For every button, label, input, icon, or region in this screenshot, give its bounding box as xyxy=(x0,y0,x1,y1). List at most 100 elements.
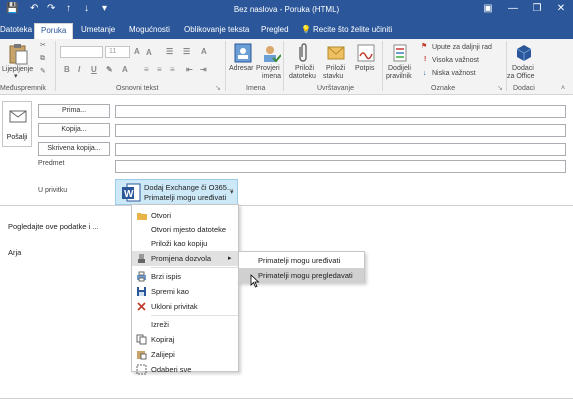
paste-dropdown-icon[interactable]: ▾ xyxy=(14,73,18,81)
menu-remove-attachment[interactable]: Ukloni privitak xyxy=(132,299,238,314)
format-painter-icon[interactable]: ✎ xyxy=(40,68,46,76)
to-field[interactable] xyxy=(115,105,566,118)
signature-button[interactable]: Potpis xyxy=(355,65,374,73)
assign-policy-button-line2[interactable]: pravilnik xyxy=(386,73,412,81)
body-text-line-1[interactable]: Pogledajte ove podatke i ... xyxy=(8,222,98,231)
tab-message[interactable]: Poruka xyxy=(34,23,74,39)
menu-cut[interactable]: Izreži xyxy=(132,317,238,332)
align-left-icon[interactable]: ≡ xyxy=(144,65,149,74)
body-text-line-2[interactable]: Arja xyxy=(8,248,21,257)
high-importance-button[interactable]: Visoka važnost xyxy=(432,57,479,65)
increase-indent-icon[interactable]: ⇥ xyxy=(200,65,207,74)
tags-launcher-icon[interactable]: ↘ xyxy=(497,85,503,93)
flag-icon: ⚑ xyxy=(421,43,428,50)
attach-file-button-line2[interactable]: datoteku xyxy=(289,73,316,81)
font-name-dropdown[interactable] xyxy=(60,46,103,58)
paste-icon[interactable] xyxy=(7,43,29,65)
bcc-field[interactable] xyxy=(115,143,566,156)
body-divider xyxy=(0,205,573,206)
menu-change-permissions[interactable]: Promjena dozvola ▸ xyxy=(132,251,238,266)
highlight-icon[interactable]: ✎ xyxy=(106,65,113,74)
attach-item-button[interactable]: Priloži xyxy=(326,65,345,73)
cc-button[interactable]: Kopija... xyxy=(38,123,110,137)
submenu-arrow-icon: ▸ xyxy=(228,255,232,262)
shrink-font-icon[interactable]: A xyxy=(146,48,152,57)
office-addins-button-line2[interactable]: za Office xyxy=(507,73,535,81)
decrease-indent-icon[interactable]: ⇤ xyxy=(186,65,193,74)
attachment-chip[interactable]: W Dodaj Exchange či O365... Primatelji m… xyxy=(115,179,238,205)
align-right-icon[interactable]: ≡ xyxy=(170,65,175,74)
word-document-icon: W xyxy=(122,183,141,202)
signature-icon[interactable] xyxy=(356,43,376,63)
paperclip-icon[interactable] xyxy=(294,43,312,63)
numbering-icon[interactable]: ☰ xyxy=(183,47,190,56)
follow-up-button[interactable]: Upute za daljnji rad xyxy=(432,44,492,52)
align-center-icon[interactable]: ≡ xyxy=(157,65,162,74)
menu-attach-as-copy[interactable]: Priloži kao kopiju xyxy=(132,236,238,251)
send-button[interactable]: Pošalji xyxy=(2,101,32,147)
check-names-button[interactable]: Provjeri xyxy=(256,65,280,73)
attachment-context-menu: Otvori Otvori mjesto datoteke Priloži ka… xyxy=(131,204,239,375)
menu-open[interactable]: Otvori xyxy=(132,208,238,223)
menu-quick-print[interactable]: Brzi ispis xyxy=(132,269,238,284)
low-importance-button[interactable]: Niska važnost xyxy=(432,70,476,78)
send-label: Pošalji xyxy=(6,134,28,141)
office-addins-icon[interactable] xyxy=(514,43,534,63)
assign-policy-button[interactable]: Dodijeli xyxy=(388,65,411,73)
attach-item-icon[interactable] xyxy=(326,43,346,63)
check-names-button-line2[interactable]: imena xyxy=(262,73,281,81)
copy-icon[interactable]: ⧉ xyxy=(40,55,45,63)
low-importance-icon: ↓ xyxy=(423,70,427,77)
submenu-recipients-can-edit[interactable]: Primatelji mogu uređivati xyxy=(239,253,364,268)
cut-icon[interactable]: ✂ xyxy=(40,42,46,50)
office-addins-button[interactable]: Dodaci xyxy=(512,65,534,73)
menu-save-as[interactable]: Spremi kao xyxy=(132,284,238,299)
address-book-button[interactable]: Adresar xyxy=(229,65,254,73)
attach-item-button-line2[interactable]: stavku xyxy=(323,73,343,81)
to-button[interactable]: Prima... xyxy=(38,104,110,118)
attachment-name: Dodaj Exchange či O365... xyxy=(144,183,234,192)
minimize-button[interactable]: — xyxy=(505,2,521,16)
attachment-dropdown-icon[interactable]: ▾ xyxy=(230,188,234,196)
address-book-icon[interactable] xyxy=(232,43,254,63)
status-divider xyxy=(0,398,573,399)
bcc-button[interactable]: Skrivena kopija... xyxy=(38,142,110,156)
basic-text-launcher-icon[interactable]: ↘ xyxy=(215,85,221,93)
restore-button[interactable]: ❐ xyxy=(529,2,545,16)
tab-format-text[interactable]: Oblikovanje teksta xyxy=(184,23,249,39)
menu-separator xyxy=(151,267,238,268)
cc-field[interactable] xyxy=(115,124,566,137)
addins-group-label: Dodaci xyxy=(513,85,535,92)
remove-icon xyxy=(137,302,146,311)
names-group-label: Imena xyxy=(246,85,266,92)
collapse-ribbon-icon[interactable]: ˄ xyxy=(561,85,565,93)
tab-insert[interactable]: Umetanje xyxy=(81,23,115,39)
italic-button[interactable]: I xyxy=(78,65,80,74)
font-color-icon[interactable]: A xyxy=(122,65,128,74)
bullets-icon[interactable]: ☰ xyxy=(166,47,173,56)
menu-paste[interactable]: Zalijepi xyxy=(132,347,238,362)
tab-options[interactable]: Mogućnosti xyxy=(129,23,170,39)
ribbon: Lijepljenje ▾ ✂ ⧉ ✎ Međuspremnik 11 A A … xyxy=(0,39,573,95)
underline-button[interactable]: U xyxy=(91,65,97,74)
menu-copy[interactable]: Kopiraj xyxy=(132,332,238,347)
clear-format-icon[interactable]: A xyxy=(201,47,207,56)
clipboard-group-label: Međuspremnik xyxy=(0,85,46,92)
tab-review[interactable]: Pregled xyxy=(261,23,289,39)
ribbon-display-options-icon[interactable]: ▣ xyxy=(480,2,496,16)
tell-me-search[interactable]: Recite što želite učiniti xyxy=(313,23,392,39)
tab-file[interactable]: Datoteka xyxy=(0,23,32,39)
attach-file-button[interactable]: Priloži xyxy=(295,65,314,73)
check-names-icon[interactable] xyxy=(261,43,281,63)
font-size-dropdown[interactable]: 11 xyxy=(105,46,130,58)
menu-select-all[interactable]: Odaberi sve xyxy=(132,362,238,375)
bold-button[interactable]: B xyxy=(64,65,70,74)
select-all-icon xyxy=(136,364,147,375)
permissions-icon xyxy=(138,254,145,263)
close-button[interactable]: ✕ xyxy=(553,2,569,16)
assign-policy-icon[interactable] xyxy=(390,43,410,63)
menu-open-file-location[interactable]: Otvori mjesto datoteke xyxy=(132,222,238,237)
grow-font-icon[interactable]: A xyxy=(134,47,140,56)
subject-field[interactable] xyxy=(115,160,566,173)
tags-group-label: Oznake xyxy=(431,85,456,92)
